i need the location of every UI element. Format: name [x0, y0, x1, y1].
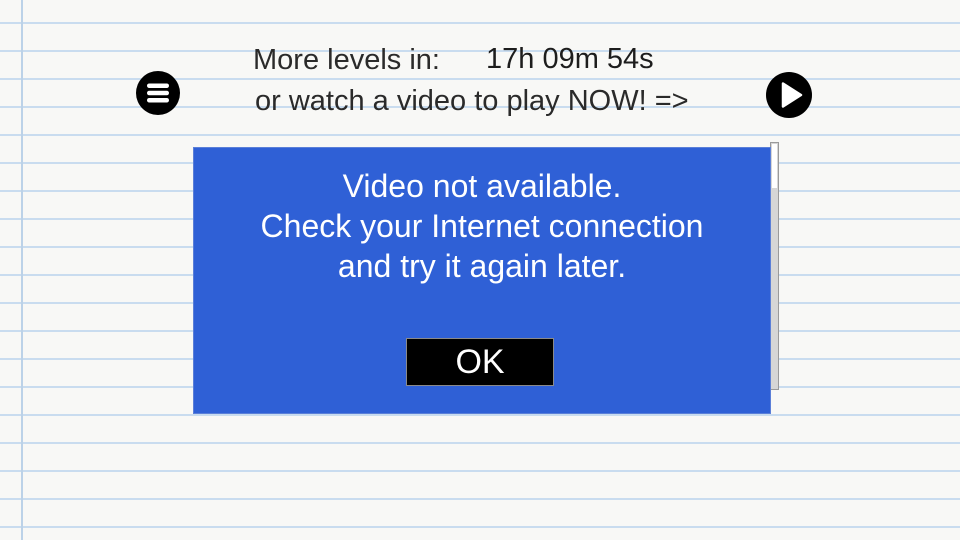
- level-countdown-timer: 17h 09m 54s: [486, 43, 654, 75]
- scrollbar-thumb[interactable]: [772, 144, 777, 188]
- dialog-message: Video not available. Check your Internet…: [194, 166, 770, 286]
- scrollbar[interactable]: [770, 142, 779, 390]
- dialog-message-line-2: Check your Internet connection: [260, 208, 704, 244]
- paper-margin-line: [21, 0, 23, 540]
- menu-button[interactable]: [136, 71, 180, 115]
- menu-icon: [136, 71, 180, 115]
- dialog-message-line-1: Video not available.: [342, 168, 622, 204]
- watch-video-prompt: or watch a video to play NOW! =>: [255, 85, 689, 117]
- ok-button[interactable]: OK: [406, 338, 554, 386]
- more-levels-label: More levels in:: [253, 44, 440, 76]
- video-unavailable-dialog: Video not available. Check your Internet…: [193, 147, 771, 414]
- watch-video-play-button[interactable]: [766, 72, 812, 118]
- dialog-message-line-3: and try it again later.: [337, 248, 627, 284]
- play-icon: [766, 72, 812, 118]
